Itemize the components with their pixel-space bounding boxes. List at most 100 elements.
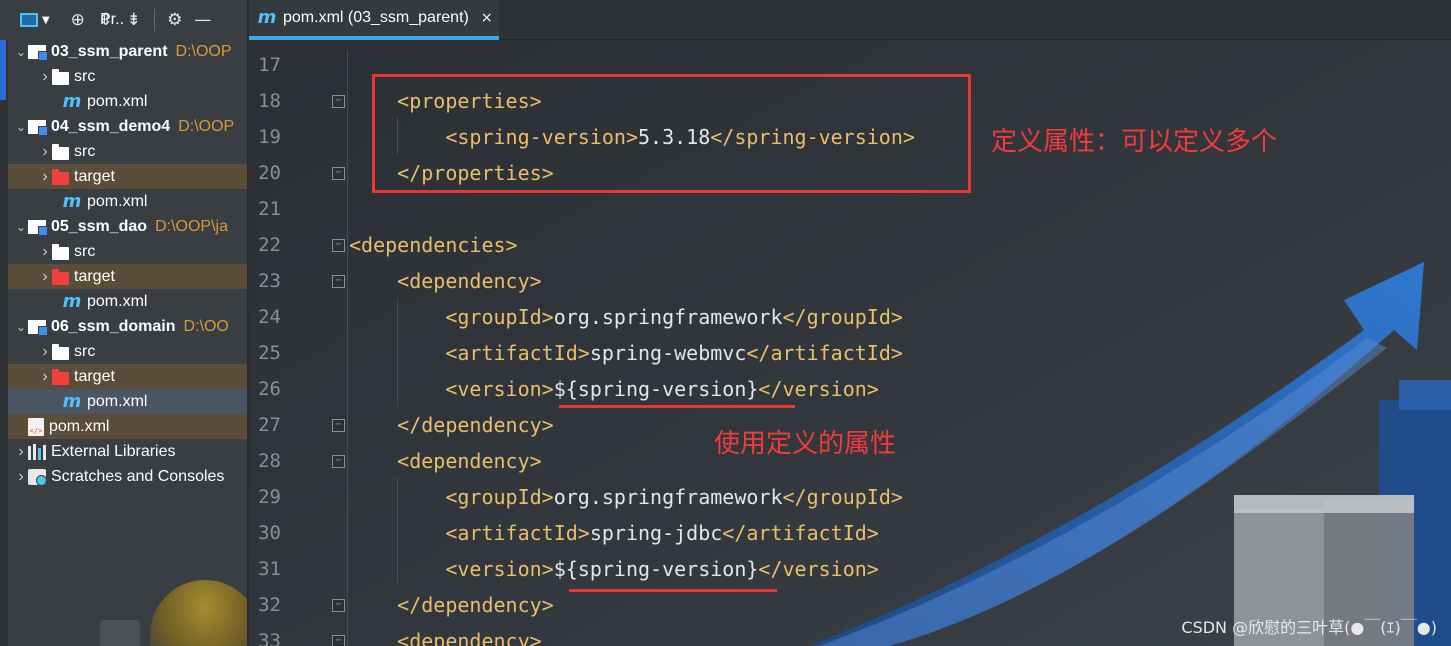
code-text: <dependency> xyxy=(349,629,542,646)
code-line-26[interactable]: 26 <version>${spring-version}</version> xyxy=(249,371,1451,407)
tree-item-target[interactable]: › target xyxy=(8,164,247,189)
xml-tag: <groupId> xyxy=(445,485,554,509)
fold-marker-icon[interactable]: − xyxy=(332,454,345,468)
line-number: 21 xyxy=(258,198,281,220)
module-path: D:\OOP\ja xyxy=(155,217,228,235)
code-line-31[interactable]: 31 <version>${spring-version}</version> xyxy=(249,551,1451,587)
tab-pom-xml[interactable]: m pom.xml (03_ssm_parent) × xyxy=(249,0,499,40)
tree-item-src[interactable]: › src xyxy=(8,64,247,89)
tree-item-label: Scratches and Consoles xyxy=(51,467,225,485)
line-number: 33 xyxy=(258,630,281,646)
module-icon xyxy=(28,219,48,236)
chevron-down-icon[interactable]: ⌄ xyxy=(14,220,28,234)
scratches-icon xyxy=(28,468,47,486)
line-number: 18 xyxy=(258,90,281,112)
tree-item-label: 05_ssm_dao xyxy=(51,217,148,235)
chevron-right-icon[interactable]: › xyxy=(38,368,52,386)
gear-icon[interactable]: ⚙ xyxy=(161,6,189,34)
folder-icon xyxy=(52,243,69,260)
chevron-right-icon[interactable]: › xyxy=(38,268,52,286)
chevron-right-icon[interactable]: › xyxy=(14,443,28,461)
xml-tag: </version> xyxy=(758,557,879,581)
tree-item-pom-xml[interactable]: pom.xml xyxy=(8,414,247,439)
code-line-23[interactable]: 23 − <dependency> xyxy=(249,263,1451,299)
tree-item-label: target xyxy=(74,267,115,285)
xml-tag: <groupId> xyxy=(445,305,554,329)
fold-marker-icon[interactable]: − xyxy=(332,94,345,108)
chevron-right-icon[interactable]: › xyxy=(38,343,52,361)
background-decoration xyxy=(100,620,140,646)
tree-item-external-libraries[interactable]: › External Libraries xyxy=(8,439,247,464)
module-icon xyxy=(28,44,48,61)
close-tab-icon[interactable]: × xyxy=(481,10,493,26)
minimize-icon[interactable]: — xyxy=(189,6,217,34)
fold-marker-icon[interactable]: − xyxy=(332,238,345,252)
code-text: <dependency> xyxy=(349,269,542,293)
fold-marker-icon[interactable]: − xyxy=(332,418,345,432)
line-number: 25 xyxy=(258,342,281,364)
tree-item-label: pom.xml xyxy=(87,192,148,210)
crosshair-icon[interactable]: ⊕ xyxy=(64,6,92,34)
project-tool-window: Pr.. ▼ ⊕ ⇕ ⇟ ⚙ — ⌄ 03_ssm_parent D:\OOP › sr… xyxy=(0,0,248,646)
tree-item-scratches-and-consoles[interactable]: › Scratches and Consoles xyxy=(8,464,247,489)
project-toolbar: Pr.. ▼ ⊕ ⇕ ⇟ ⚙ — xyxy=(0,0,247,40)
fold-marker-icon[interactable]: − xyxy=(332,274,345,288)
code-text: </dependency> xyxy=(349,413,554,437)
tree-item-06-ssm-domain[interactable]: ⌄ 06_ssm_domain D:\OO xyxy=(8,314,247,339)
fold-marker-icon[interactable]: − xyxy=(332,634,345,646)
chevron-down-icon[interactable]: ⌄ xyxy=(14,120,28,134)
line-number: 19 xyxy=(258,126,281,148)
code-line-22[interactable]: 22 − <dependencies> xyxy=(249,227,1451,263)
tree-item-pom-xml[interactable]: m pom.xml xyxy=(8,189,247,214)
code-line-21[interactable]: 21 xyxy=(249,191,1451,227)
chevron-right-icon[interactable]: › xyxy=(38,143,52,161)
chevron-down-icon[interactable]: ⌄ xyxy=(14,45,28,59)
tree-item-04-ssm-demo4[interactable]: ⌄ 04_ssm_demo4 D:\OOP xyxy=(8,114,247,139)
xml-tag: </artifactId> xyxy=(746,341,903,365)
code-text: <artifactId>spring-webmvc</artifactId> xyxy=(349,341,903,365)
folder-icon xyxy=(52,68,69,85)
editor-area[interactable]: m pom.xml (03_ssm_parent) × 17 18− <prope… xyxy=(249,0,1451,646)
tree-item-label: 06_ssm_domain xyxy=(51,317,176,335)
project-window-icon xyxy=(20,13,38,27)
tree-item-pom-xml[interactable]: m pom.xml xyxy=(8,289,247,314)
tree-item-target[interactable]: › target xyxy=(8,364,247,389)
toolbar-separator xyxy=(153,9,155,31)
tree-item-src[interactable]: › src xyxy=(8,239,247,264)
active-tool-indicator[interactable] xyxy=(0,40,6,100)
fold-marker-icon[interactable]: − xyxy=(332,598,345,612)
fold-marker-icon[interactable]: − xyxy=(332,166,345,180)
chevron-right-icon[interactable]: › xyxy=(14,468,28,486)
code-line-24[interactable]: 24 <groupId>org.springframework</groupId… xyxy=(249,299,1451,335)
annotation-box-properties xyxy=(372,74,971,193)
line-number: 27 xyxy=(258,414,281,436)
maven-file-icon: m xyxy=(62,190,82,212)
tree-item-label: pom.xml xyxy=(87,92,148,110)
code-line-25[interactable]: 25 <artifactId>spring-webmvc</artifactId… xyxy=(249,335,1451,371)
chevron-right-icon[interactable]: › xyxy=(38,243,52,261)
chevron-right-icon[interactable]: › xyxy=(38,68,52,86)
chevron-right-icon[interactable]: › xyxy=(38,168,52,186)
tree-item-src[interactable]: › src xyxy=(8,139,247,164)
tree-item-label: pom.xml xyxy=(87,292,148,310)
xml-value: spring-webmvc xyxy=(589,341,747,365)
tree-item-src[interactable]: › src xyxy=(8,339,247,364)
tree-item-03-ssm-parent[interactable]: ⌄ 03_ssm_parent D:\OOP xyxy=(8,39,247,64)
line-number: 20 xyxy=(258,162,281,184)
line-number: 30 xyxy=(258,522,281,544)
project-view-selector[interactable]: Pr.. ▼ xyxy=(20,11,124,28)
tree-item-pom-xml[interactable]: m pom.xml xyxy=(8,89,247,114)
code-line-29[interactable]: 29 <groupId>org.springframework</groupId… xyxy=(249,479,1451,515)
libraries-icon xyxy=(28,443,46,460)
xml-tag: </groupId> xyxy=(782,485,903,509)
xml-tag: <artifactId> xyxy=(445,341,590,365)
tree-item-05-ssm-dao[interactable]: ⌄ 05_ssm_dao D:\OOP\ja xyxy=(8,214,247,239)
chevron-down-icon[interactable]: ⌄ xyxy=(14,320,28,334)
code-text: <groupId>org.springframework</groupId> xyxy=(349,305,903,329)
tree-item-pom-xml[interactable]: m pom.xml xyxy=(8,389,247,414)
tree-item-target[interactable]: › target xyxy=(8,264,247,289)
code-line-30[interactable]: 30 <artifactId>spring-jdbc</artifactId> xyxy=(249,515,1451,551)
xml-tag: </version> xyxy=(758,377,879,401)
xml-tag: <version> xyxy=(445,557,554,581)
